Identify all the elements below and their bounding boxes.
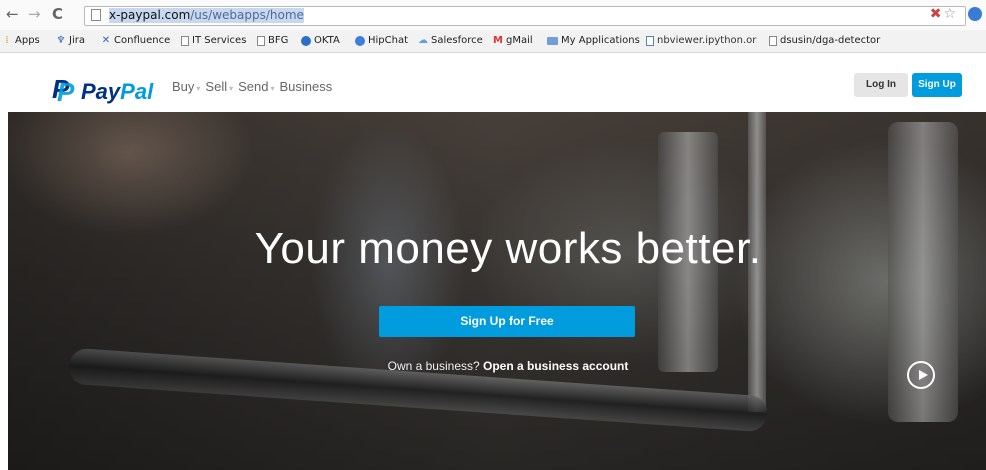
chevron-down-icon: ▾ <box>270 84 275 93</box>
bookmark-gmail[interactable]: MgMail <box>493 35 533 46</box>
hipchat-icon <box>355 35 365 46</box>
jira-icon: ♆ <box>56 34 66 46</box>
nav-send[interactable]: Send ▾ <box>238 79 274 94</box>
bookmark-jira[interactable]: ♆ Jira <box>56 35 85 46</box>
browser-toolbar: ← → C x-paypal.com/us/webapps/home ✖ ☆ <box>0 0 986 31</box>
bookmark-hipchat[interactable]: HipChat <box>355 35 408 46</box>
chevron-down-icon: ▾ <box>229 84 234 93</box>
doc-icon <box>257 35 265 46</box>
chrome-extension-icon[interactable] <box>968 7 982 21</box>
confluence-icon: ✕ <box>101 34 111 46</box>
extension-icon[interactable]: ✖ ☆ <box>930 6 956 22</box>
hero-banner: Your money works better. Sign Up for Fre… <box>8 112 986 470</box>
gmail-icon: M <box>493 34 503 46</box>
signup-button[interactable]: Sign Up <box>912 73 962 97</box>
nbviewer-icon <box>646 35 654 46</box>
hero-headline: Your money works better. <box>254 224 762 273</box>
paypal-logo[interactable]: PP PayPal <box>52 74 154 107</box>
nav-sell[interactable]: Sell ▾ <box>205 79 233 94</box>
star-icon[interactable]: ☆ <box>943 6 956 22</box>
doc-icon <box>769 35 777 46</box>
page-icon <box>91 9 101 21</box>
chevron-down-icon: ▾ <box>196 84 201 93</box>
address-bar[interactable]: x-paypal.com/us/webapps/home <box>84 6 966 26</box>
business-prompt: Own a business? Open a business account <box>387 359 629 373</box>
folder-icon <box>547 36 558 45</box>
signup-free-button[interactable]: Sign Up for Free <box>379 306 635 337</box>
salesforce-icon: ☁ <box>418 34 428 46</box>
bookmark-my-applications[interactable]: My Applications <box>547 35 640 46</box>
bookmark-salesforce[interactable]: ☁ Salesforce <box>418 35 483 46</box>
url-text[interactable]: x-paypal.com/us/webapps/home <box>109 8 304 23</box>
paypal-wordmark: PayPal <box>81 79 154 104</box>
paypal-p-icon: PP <box>52 74 75 107</box>
open-business-account-link[interactable]: Open a business account <box>483 359 628 373</box>
reload-icon[interactable]: C <box>52 6 63 22</box>
forward-icon[interactable]: → <box>28 6 41 22</box>
bookmark-bfg[interactable]: BFG <box>257 35 288 46</box>
nav-business[interactable]: Business <box>280 79 333 94</box>
main-nav: Buy ▾ Sell ▾ Send ▾ Business <box>172 79 332 94</box>
bookmark-nbviewer[interactable]: nbviewer.ipython.or <box>646 35 756 46</box>
bookmark-it-services[interactable]: IT Services <box>181 35 246 46</box>
login-button[interactable]: Log In <box>854 73 908 97</box>
bookmark-okta[interactable]: OKTA <box>301 35 340 46</box>
bookmark-apps[interactable]: ⁞ Apps <box>2 34 39 46</box>
hero-overlay <box>8 112 986 470</box>
play-icon[interactable] <box>907 361 935 389</box>
back-icon[interactable]: ← <box>6 6 19 22</box>
apps-icon: ⁞ <box>5 34 9 46</box>
doc-icon <box>181 35 189 46</box>
bookmark-confluence[interactable]: ✕ Confluence <box>101 35 170 46</box>
okta-icon <box>301 35 311 46</box>
bookmarks-bar: ⁞ Apps ♆ Jira ✕ Confluence IT Services BFG … <box>0 30 986 53</box>
nav-buy[interactable]: Buy ▾ <box>172 79 200 94</box>
bookmark-dga-detector[interactable]: dsusin/dga-detector <box>769 35 880 46</box>
